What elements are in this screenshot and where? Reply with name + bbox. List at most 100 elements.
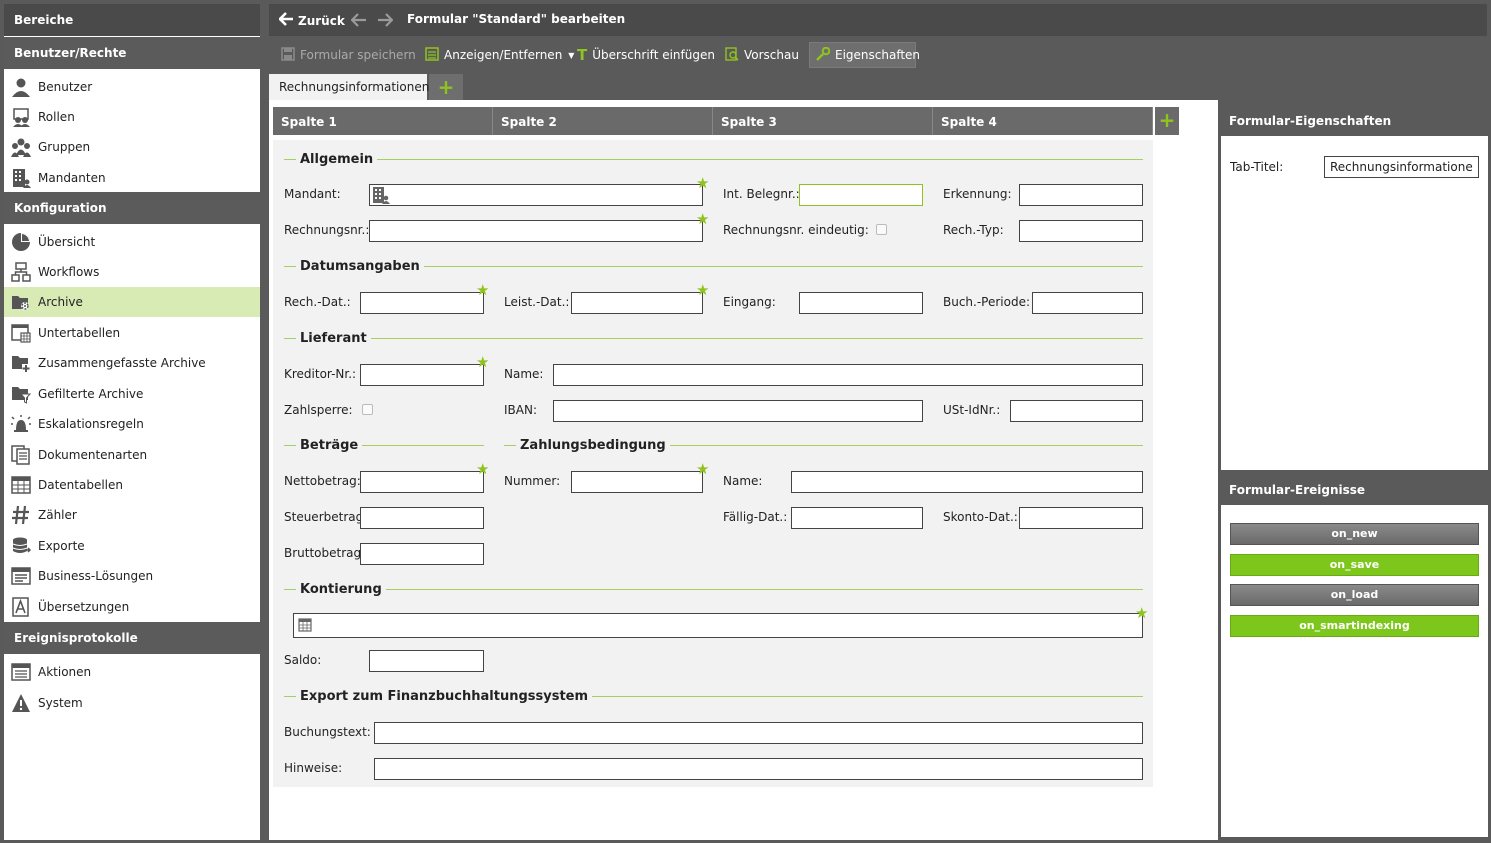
sidebar-item-eskalationsregeln[interactable]: Eskalationsregeln: [4, 409, 260, 439]
building-icon: [372, 186, 390, 207]
wrench-icon: [816, 46, 831, 64]
required-star-icon: ★: [476, 460, 490, 478]
form-fields-icon: [425, 46, 439, 64]
sidebar: Bereiche Benutzer/Rechte Benutzer Rollen…: [4, 4, 260, 840]
label-rech-dat: Rech.-Dat.:: [284, 295, 351, 309]
sidebar-item-label: Business-Lösungen: [38, 569, 154, 583]
sidebar-group-konfiguration[interactable]: Konfiguration: [4, 192, 260, 224]
label-buch-periode: Buch.-Periode:: [943, 295, 1031, 309]
iban-field[interactable]: [553, 400, 923, 422]
sidebar-group-benutzer-rechte[interactable]: Benutzer/Rechte: [4, 37, 260, 69]
mandant-field[interactable]: [369, 184, 703, 206]
event-on-load-button[interactable]: on_load: [1230, 584, 1479, 606]
sidebar-item-workflows[interactable]: Workflows: [4, 257, 260, 287]
saldo-field[interactable]: [369, 650, 484, 672]
column-header-1[interactable]: Spalte 1: [273, 107, 493, 135]
add-tab-button[interactable]: +: [429, 74, 463, 100]
arrow-left-icon: [278, 12, 294, 29]
panel-title: Formular-Eigenschaften: [1221, 104, 1488, 136]
sidebar-item-benutzer[interactable]: Benutzer: [4, 72, 260, 102]
skonto-dat-field[interactable]: [1019, 507, 1143, 529]
sidebar-item-label: Zähler: [38, 508, 77, 522]
workflow-icon: [10, 261, 32, 283]
database-export-icon: [10, 535, 32, 557]
leist-dat-field[interactable]: [571, 292, 703, 314]
rechnungsnr-eindeutig-checkbox[interactable]: [876, 224, 887, 235]
nettobetrag-field[interactable]: [360, 471, 484, 493]
tab-rechnungsinformationen[interactable]: Rechnungsinformationen: [269, 74, 429, 100]
section-allgemein: Allgemein: [284, 152, 1143, 167]
kreditor-nr-field[interactable]: [360, 364, 484, 386]
int-belegnr-field[interactable]: [799, 184, 923, 206]
buch-periode-field[interactable]: [1032, 292, 1143, 314]
column-header-2[interactable]: Spalte 2: [493, 107, 713, 135]
bruttobetrag-field[interactable]: [360, 543, 484, 565]
add-column-button[interactable]: +: [1155, 107, 1179, 135]
text-heading-icon: T: [577, 46, 588, 64]
preview-icon: [725, 46, 739, 64]
zahlung-name-field[interactable]: [791, 471, 1143, 493]
label-nettobetrag: Nettobetrag:: [284, 474, 361, 488]
lieferant-name-field[interactable]: [553, 364, 1143, 386]
tab-title-input[interactable]: [1324, 156, 1479, 178]
sidebar-item-uebersetzungen[interactable]: Übersetzungen: [4, 592, 260, 622]
sidebar-item-exporte[interactable]: Exporte: [4, 531, 260, 561]
sidebar-item-uebersicht[interactable]: Übersicht: [4, 227, 260, 257]
label-leist-dat: Leist.-Dat.:: [504, 295, 570, 309]
save-form-button[interactable]: Formular speichern: [275, 42, 422, 68]
preview-button[interactable]: Vorschau: [719, 42, 805, 68]
sidebar-item-business-loesungen[interactable]: Business-Lösungen: [4, 561, 260, 591]
group-icon: [10, 136, 32, 158]
column-header-4[interactable]: Spalte 4: [933, 107, 1153, 135]
zahlsperre-checkbox[interactable]: [362, 404, 373, 415]
event-on-save-button[interactable]: on_save: [1230, 554, 1479, 576]
sidebar-item-datentabellen[interactable]: Datentabellen: [4, 470, 260, 500]
nummer-field[interactable]: [571, 471, 703, 493]
steuerbetrag-field[interactable]: [360, 507, 484, 529]
back-button[interactable]: Zurück: [278, 12, 345, 29]
section-lieferant: Lieferant: [284, 331, 1143, 346]
erkennung-field[interactable]: [1019, 184, 1143, 206]
sidebar-item-gefilterte-archive[interactable]: Gefilterte Archive: [4, 379, 260, 409]
hinweise-field[interactable]: [374, 758, 1143, 780]
label-rech-typ: Rech.-Typ:: [943, 223, 1004, 237]
sidebar-item-archive[interactable]: Archive: [4, 287, 260, 317]
history-forward-icon[interactable]: [377, 13, 394, 30]
sidebar-item-rollen[interactable]: Rollen: [4, 102, 260, 132]
sidebar-group-ereignisprotokolle[interactable]: Ereignisprotokolle: [4, 622, 260, 654]
sidebar-item-label: Workflows: [38, 265, 100, 279]
buchungstext-field[interactable]: [374, 722, 1143, 744]
history-back-icon[interactable]: [350, 13, 367, 30]
sidebar-item-dokumentenarten[interactable]: Dokumentenarten: [4, 440, 260, 470]
sidebar-item-system[interactable]: System: [4, 688, 260, 718]
rech-typ-field[interactable]: [1019, 220, 1143, 242]
kontierung-table-field[interactable]: [293, 613, 1143, 638]
sidebar-item-zaehler[interactable]: Zähler: [4, 500, 260, 530]
sidebar-item-mandanten[interactable]: Mandanten: [4, 163, 260, 193]
column-header-3[interactable]: Spalte 3: [713, 107, 933, 135]
show-hide-dropdown[interactable]: Anzeigen/Entfernen ▼: [419, 42, 580, 68]
section-title: Export zum Finanzbuchhaltungssystem: [300, 689, 589, 704]
label-erkennung: Erkennung:: [943, 187, 1012, 201]
faellig-dat-field[interactable]: [791, 507, 923, 529]
ust-idnr-field[interactable]: [1010, 400, 1143, 422]
sidebar-item-gruppen[interactable]: Gruppen: [4, 132, 260, 162]
event-on-new-button[interactable]: on_new: [1230, 523, 1479, 545]
label-steuerbetrag: Steuerbetrag:: [284, 510, 368, 524]
label-kreditor-nr: Kreditor-Nr.:: [284, 367, 357, 381]
eingang-field[interactable]: [799, 292, 923, 314]
sidebar-item-label: Gefilterte Archive: [38, 387, 144, 401]
rechnungsnr-field[interactable]: [369, 220, 703, 242]
sidebar-item-aktionen[interactable]: Aktionen: [4, 657, 260, 687]
rech-dat-field[interactable]: [360, 292, 484, 314]
sidebar-item-zusammengefasste-archive[interactable]: Zusammengefasste Archive: [4, 348, 260, 378]
section-title: Datumsangaben: [300, 259, 420, 274]
insert-heading-button[interactable]: T Überschrift einfügen: [571, 42, 721, 68]
event-on-smartindexing-button[interactable]: on_smartindexing: [1230, 615, 1479, 637]
properties-button[interactable]: Eigenschaften: [809, 42, 920, 68]
sidebar-item-label: Benutzer: [38, 80, 93, 94]
sidebar-item-untertabellen[interactable]: Untertabellen: [4, 318, 260, 348]
label-faellig-dat: Fällig-Dat.:: [723, 510, 788, 524]
required-star-icon: ★: [476, 281, 490, 299]
section-title: Allgemein: [300, 152, 374, 167]
